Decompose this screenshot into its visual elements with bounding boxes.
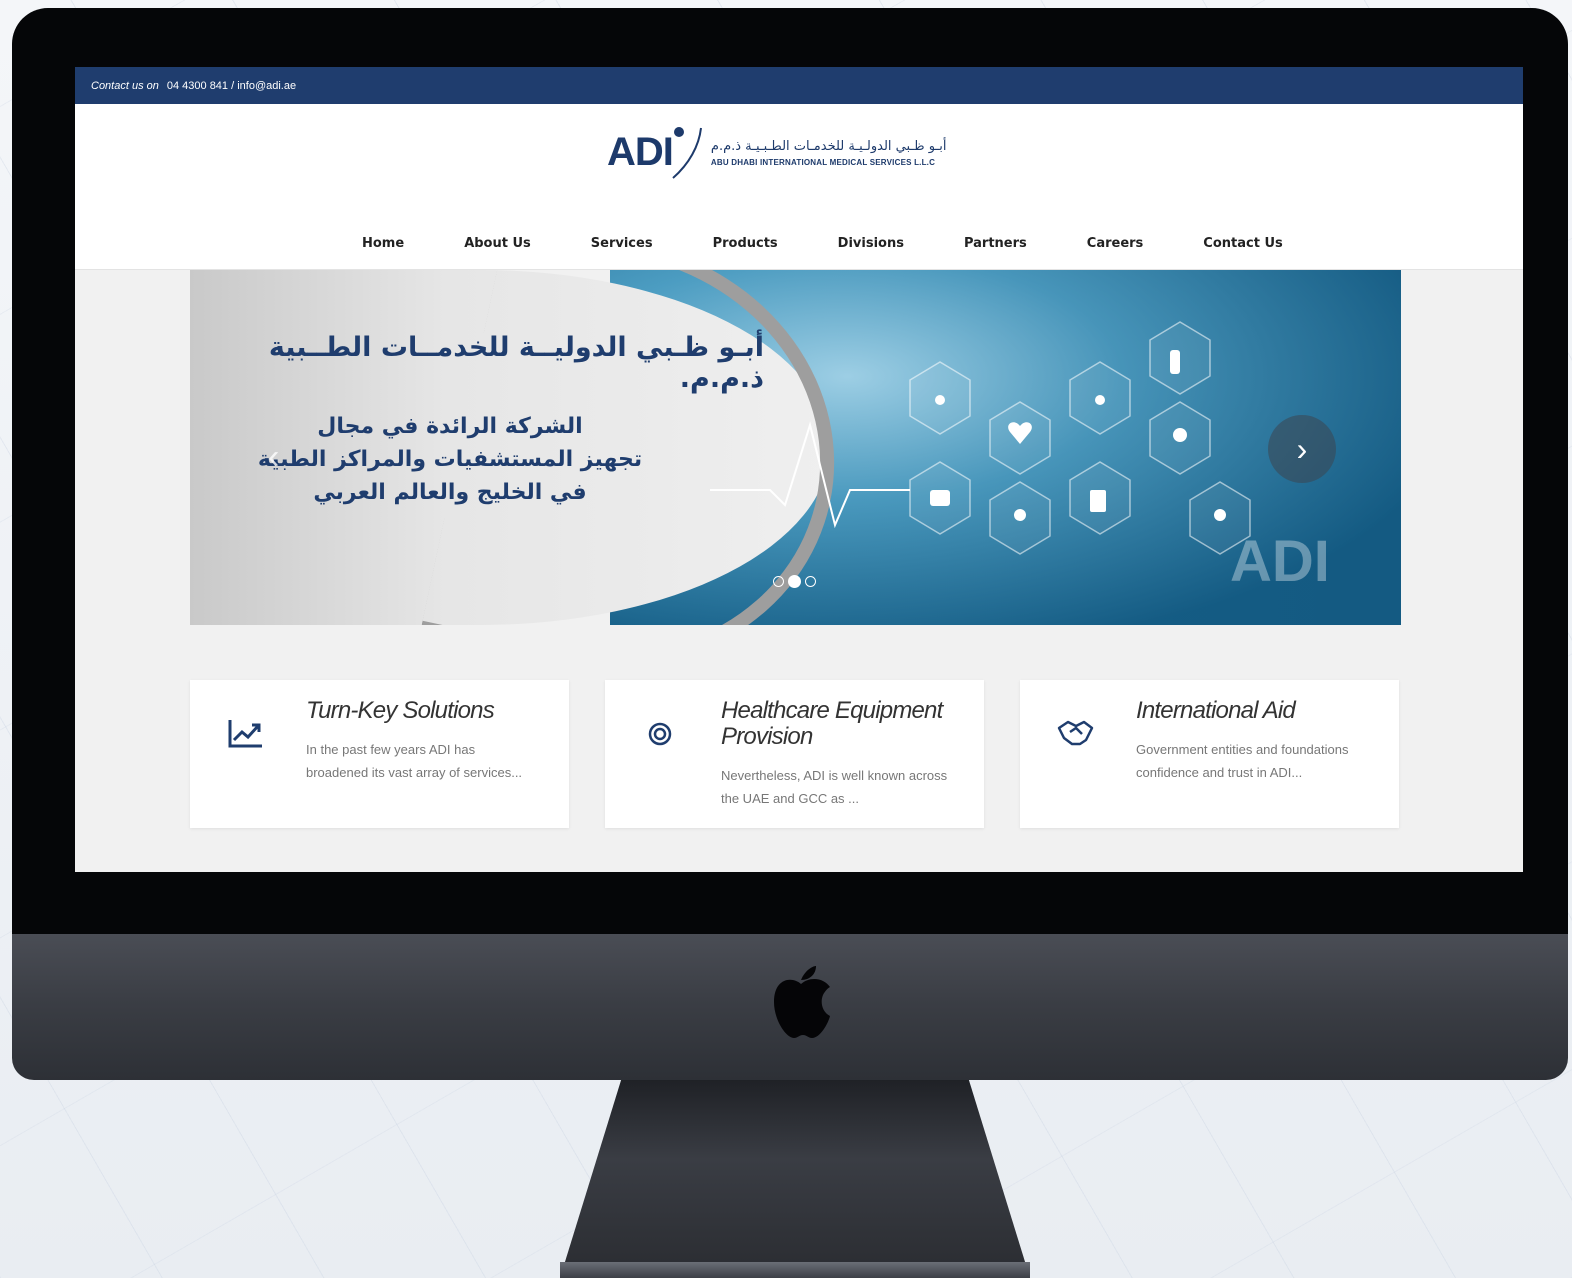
- slider-next-button[interactable]: ›: [1268, 415, 1336, 483]
- service-cards: Turn-Key Solutions In the past few years…: [190, 680, 1401, 830]
- service-card-international-aid[interactable]: International Aid Government entities an…: [1020, 680, 1399, 828]
- nav-services[interactable]: Services: [591, 236, 653, 251]
- card-title: International Aid: [1136, 697, 1296, 724]
- nav-products[interactable]: Products: [713, 236, 778, 251]
- contact-info-link[interactable]: 04 4300 841 / info@adi.ae: [167, 80, 296, 92]
- slider-dot-2[interactable]: [788, 575, 801, 588]
- monitor-stand-base: [560, 1262, 1030, 1278]
- chevron-right-icon: ›: [1296, 430, 1308, 467]
- site-header: ADI أبـو ظـبي الدولـيـة للخدمـات الطـبـي…: [75, 104, 1523, 270]
- website-screen: Contact us on 04 4300 841 / info@adi.ae …: [75, 67, 1523, 872]
- target-icon: [648, 722, 672, 746]
- logo-mark-text: ADI: [607, 130, 674, 174]
- nav-home[interactable]: Home: [362, 236, 404, 251]
- handshake-icon: [1057, 720, 1094, 746]
- contact-label: Contact us on: [91, 79, 159, 92]
- logo-text: أبـو ظـبي الدولـيـة للخدمـات الطـبـيـة ذ…: [711, 139, 947, 167]
- service-card-healthcare-equipment[interactable]: Healthcare Equipment Provision Neverthel…: [605, 680, 984, 828]
- main-nav: Home About Us Services Products Division…: [362, 218, 1283, 268]
- site-logo[interactable]: ADI أبـو ظـبي الدولـيـة للخدمـات الطـبـي…: [607, 127, 947, 179]
- card-description: Government entities and foundations conf…: [1136, 742, 1349, 781]
- card-description: Nevertheless, ADI is well known across t…: [721, 768, 948, 807]
- trending-up-icon: [228, 720, 262, 748]
- logo-mark: ADI: [607, 127, 702, 179]
- hero-line-2: تجهيز المستشفيات والمراكز الطبية: [257, 447, 643, 472]
- nav-contact-us[interactable]: Contact Us: [1203, 236, 1282, 251]
- contact-bar: Contact us on 04 4300 841 / info@adi.ae: [75, 67, 1523, 104]
- service-card-turn-key[interactable]: Turn-Key Solutions In the past few years…: [190, 680, 569, 828]
- hero-slider: أبـو ظـبي الدوليــة للخدمــات الطــبية ذ…: [190, 270, 1401, 625]
- nav-careers[interactable]: Careers: [1087, 236, 1144, 251]
- slider-prev-button[interactable]: ‹: [268, 438, 279, 477]
- card-title: Healthcare Equipment Provision: [721, 697, 943, 751]
- card-description: In the past few years ADI has broadened …: [306, 742, 523, 781]
- monitor-stand: [560, 1080, 1030, 1278]
- slider-dot-3[interactable]: [805, 576, 816, 587]
- slider-pagination: [773, 575, 816, 588]
- hero-subtitle: الشركة الرائدة في مجال تجهيز المستشفيات …: [210, 410, 690, 509]
- logo-arabic-name: أبـو ظـبي الدولـيـة للخدمـات الطـبـيـة ذ…: [710, 138, 947, 154]
- hero-line-3: في الخليج والعالم العربي: [313, 480, 587, 505]
- nav-about-us[interactable]: About Us: [464, 236, 531, 251]
- nav-divisions[interactable]: Divisions: [838, 236, 904, 251]
- apple-logo-icon: [774, 966, 830, 1038]
- medical-hexagon-icons: [909, 321, 1251, 555]
- logo-english-name: ABU DHABI INTERNATIONAL MEDICAL SERVICES…: [710, 157, 936, 167]
- hero-watermark: ADI: [1230, 529, 1330, 594]
- hero-line-1: الشركة الرائدة في مجال: [317, 414, 583, 439]
- card-title: Turn-Key Solutions: [306, 697, 495, 724]
- slider-dot-1[interactable]: [773, 576, 784, 587]
- hero-title: أبـو ظـبي الدوليــة للخدمــات الطــبية ذ…: [268, 332, 764, 394]
- nav-partners[interactable]: Partners: [964, 236, 1027, 251]
- chevron-left-icon: ‹: [268, 438, 280, 476]
- logo-swoosh-icon: [672, 127, 702, 179]
